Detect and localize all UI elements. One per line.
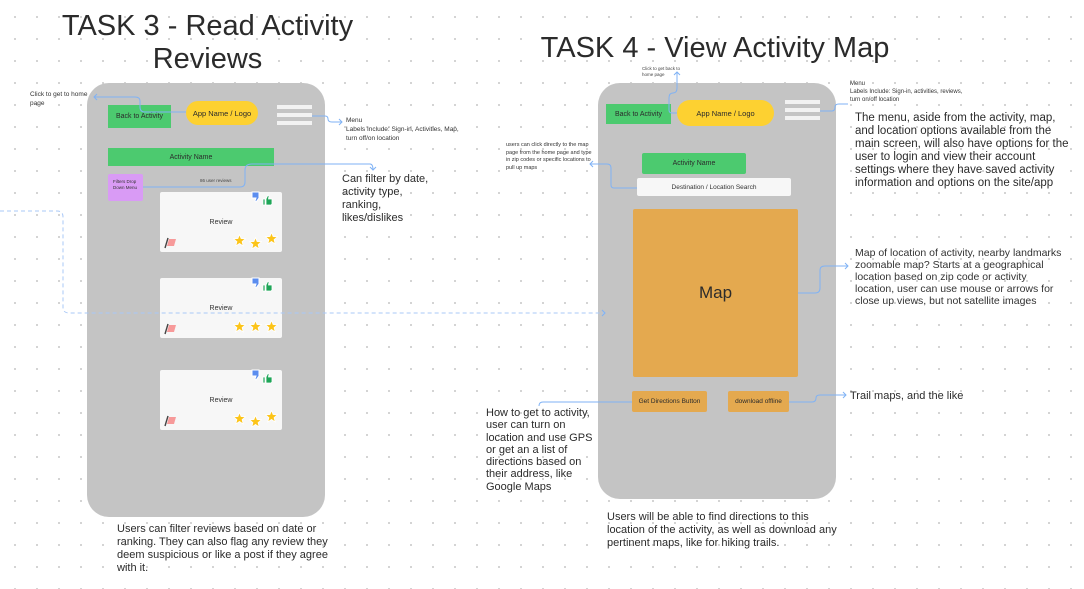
activity-name-header: Activity Name (108, 148, 274, 166)
review-count: 86 user reviews (200, 178, 232, 183)
task3-caption: Users can filter reviews based on date o… (117, 523, 328, 574)
activity-name-header: Activity Name (642, 153, 746, 174)
star-icon (232, 233, 247, 252)
flag-icon[interactable] (164, 236, 178, 254)
task4-title: TASK 4 - View Activity Map (540, 32, 890, 64)
menu-note-title: Menu (850, 81, 866, 87)
download-offline-button[interactable]: download offline (728, 391, 789, 412)
task3-title: TASK 3 - Read Activity Reviews (40, 10, 375, 76)
search-note: users can click directly to the map page… (506, 142, 592, 171)
menu-note-body: Labels Include: Sign-in, Activities, Map… (346, 126, 459, 142)
back-to-activity-button[interactable]: Back to Activity (606, 104, 671, 124)
thumbs-down-icon[interactable] (251, 276, 262, 294)
star-icon (264, 231, 279, 250)
back-annotation: Click to get back to home page (642, 66, 681, 77)
menu-note-title: Menu (346, 117, 363, 124)
directions-note: How to get to activity, user can turn on… (486, 407, 593, 493)
task4-menu-note: Menu Labels Include: Sign-in, activities… (850, 80, 970, 104)
menu-description: The menu, aside from the activity, map, … (855, 112, 1069, 189)
back-to-activity-button[interactable]: Back to Activity (108, 105, 171, 128)
review-label: Review (209, 219, 233, 226)
thumbs-down-icon[interactable] (251, 190, 262, 208)
star-icon (248, 236, 263, 255)
flag-icon[interactable] (164, 414, 178, 432)
star-icon (248, 319, 263, 338)
location-search-input[interactable]: Destination / Location Search (637, 178, 791, 196)
home-annotation: Click to get to home page (30, 91, 88, 107)
menu-note-body: Labels Include: Sign-in, activities, rev… (850, 89, 963, 103)
star-icon (264, 319, 279, 338)
map-view[interactable]: Map (633, 209, 798, 377)
flag-icon[interactable] (164, 322, 178, 340)
app-logo[interactable]: App Name / Logo (677, 100, 774, 126)
hamburger-menu-icon[interactable] (785, 100, 820, 124)
app-logo[interactable]: App Name / Logo (186, 101, 258, 125)
task3-title-line1: TASK 3 - Read Activity (61, 10, 354, 42)
task3-menu-note: Menu Labels Include: Sign-in, Activities… (346, 116, 466, 143)
task3-title-line2: Reviews (152, 43, 263, 75)
filters-dropdown[interactable]: Filters Drop Down Menu (108, 174, 143, 201)
thumbs-up-icon[interactable] (262, 279, 273, 297)
hamburger-menu-icon[interactable] (277, 105, 312, 129)
review-label: Review (209, 397, 233, 404)
star-icon (232, 319, 247, 338)
filter-note: Can filter by date, activity type, ranki… (342, 173, 429, 224)
task4-caption: Users will be able to find directions to… (607, 511, 837, 549)
star-icon (232, 411, 247, 430)
star-icon (264, 409, 279, 428)
thumbs-up-icon[interactable] (262, 371, 273, 389)
trail-note: Trail maps, and the like (850, 390, 964, 402)
star-icon (248, 414, 263, 433)
get-directions-button[interactable]: Get Directions Button (632, 391, 707, 412)
thumbs-up-icon[interactable] (262, 193, 273, 211)
map-note: Map of location of activity, nearby land… (855, 247, 1062, 307)
review-label: Review (209, 305, 233, 312)
thumbs-down-icon[interactable] (251, 368, 262, 386)
